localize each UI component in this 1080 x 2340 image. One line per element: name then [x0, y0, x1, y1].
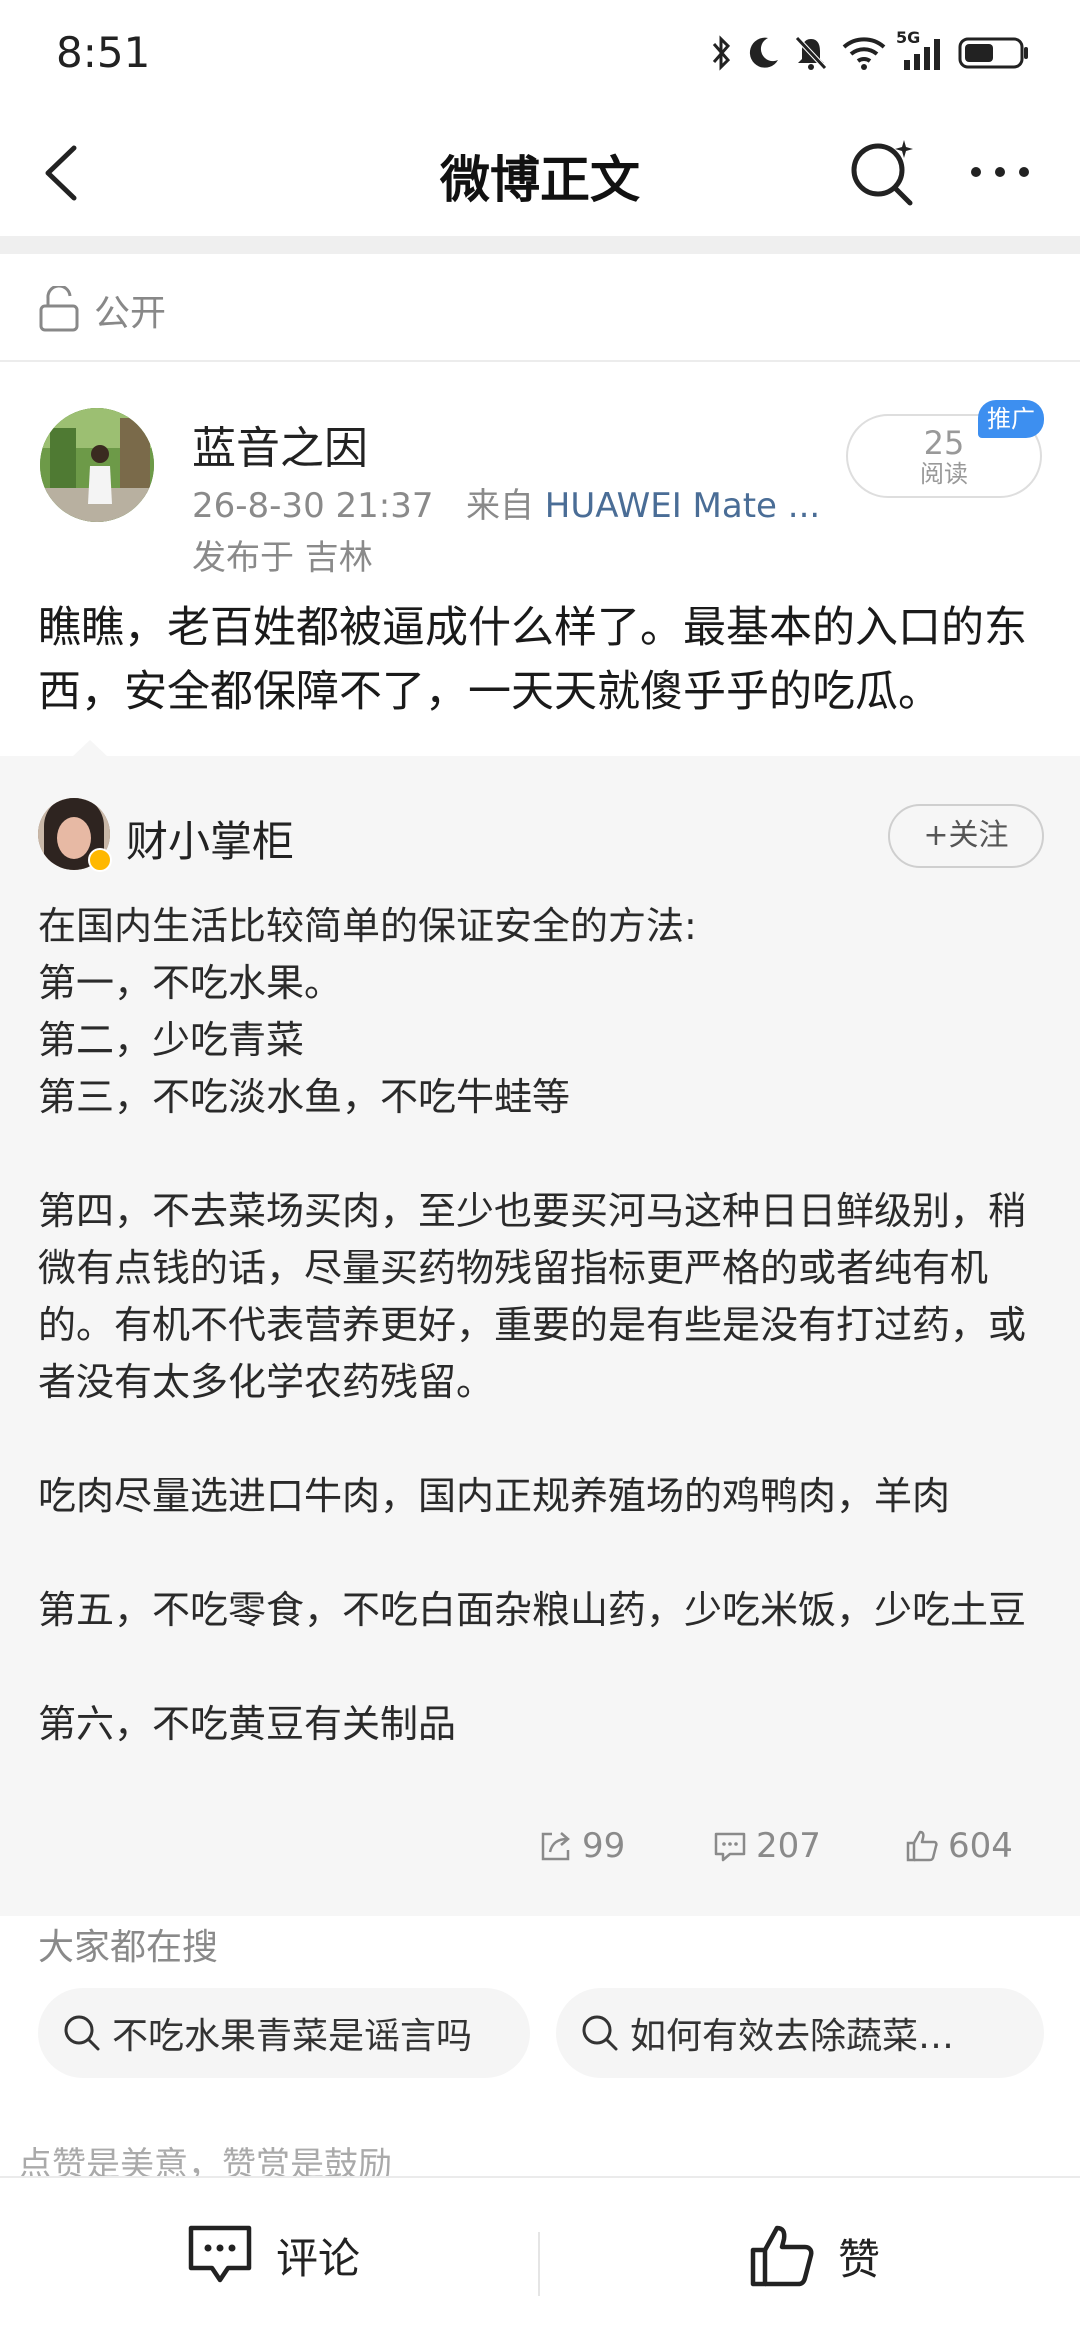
author-avatar[interactable] [40, 408, 154, 522]
repost-text: 在国内生活比较简单的保证安全的方法: 第一，不吃水果。 第二，少吃青菜 第三，不… [38, 898, 1048, 1753]
hot-search-title: 大家都在搜 [38, 1927, 219, 1968]
nav-bar: 微博正文 [0, 110, 1080, 236]
repost-line [38, 1126, 1048, 1183]
verified-badge-icon [88, 848, 112, 872]
bottom-action-bar: 评论 赞 [0, 2176, 1080, 2340]
repost-line: 第六，不吃黄豆有关制品 [38, 1702, 457, 1746]
like-count: 604 [948, 1826, 1013, 1866]
bell-mute-icon [794, 35, 828, 71]
wifi-icon [842, 35, 886, 71]
search-icon [851, 140, 913, 206]
comment-label: 评论 [276, 2233, 361, 2283]
unlock-icon [39, 286, 79, 332]
post-device[interactable]: HUAWEI Mate ... [545, 486, 820, 526]
read-label: 阅读 [920, 460, 968, 488]
search-icon [580, 2013, 620, 2053]
signal-5g-icon: 5G [896, 28, 944, 72]
repost-line: 第一，不吃水果。 [38, 961, 343, 1005]
repost-actions: 99 207 604 [0, 1826, 1080, 1886]
comment-button[interactable]: 评论 [186, 2222, 360, 2288]
battery-icon [958, 35, 1030, 71]
status-time: 8:51 [56, 28, 151, 77]
post-location: 发布于 吉林 [192, 538, 373, 578]
repost-count: 99 [582, 1826, 626, 1866]
thumbs-up-icon [906, 1830, 938, 1862]
more-icon [971, 167, 1029, 177]
moon-icon [746, 35, 780, 71]
hot-search-chip[interactable]: 不吃水果青菜是谣言吗 [38, 1988, 530, 2078]
like-button[interactable]: 赞 [748, 2222, 880, 2290]
source-prefix: 来自 [465, 486, 534, 526]
repost-author-name[interactable]: 财小掌柜 [126, 808, 294, 869]
bluetooth-icon [712, 34, 732, 72]
search-icon [62, 2013, 102, 2053]
header-separator [0, 236, 1080, 254]
repost-like-button[interactable]: 604 [904, 1826, 1013, 1866]
repost-line [38, 1411, 1048, 1468]
repost-line: 第四，不去菜场买肉，至少也要买河马这种日日鲜级别，稍微有点钱的话，尽量买药物残留… [38, 1189, 1027, 1404]
repost-line: 第二，少吃青菜 [38, 1018, 305, 1062]
repost-comment-button[interactable]: 207 [712, 1826, 821, 1866]
status-bar: 8:51 5G [0, 0, 1080, 110]
repost-line: 吃肉尽量选进口牛肉，国内正规养殖场的鸡鸭肉，羊肉 [38, 1474, 951, 1518]
repost-line [38, 1525, 1048, 1582]
comment-count: 207 [756, 1826, 821, 1866]
repost-line [38, 1639, 1048, 1696]
repost-card[interactable]: 财小掌柜 +关注 在国内生活比较简单的保证安全的方法: 第一，不吃水果。 第二，… [0, 756, 1080, 1916]
page-title: 微博正文 [440, 151, 640, 209]
hot-search-chip[interactable]: 如何有效去除蔬菜… [556, 1988, 1044, 2078]
like-label: 赞 [838, 2234, 881, 2284]
visibility-row: 公开 [0, 254, 1080, 362]
encourage-text: 点赞是美意，赞赏是鼓励 [18, 2145, 392, 2178]
repost-line: 第三，不吃淡水鱼，不吃牛蛙等 [38, 1075, 571, 1119]
comment-icon [188, 2225, 252, 2283]
avatar-image [40, 408, 154, 522]
comment-icon [714, 1832, 746, 1862]
hot-search-label: 不吃水果青菜是谣言吗 [112, 2016, 473, 2057]
share-icon [541, 1832, 570, 1861]
follow-button[interactable]: +关注 [888, 804, 1044, 868]
visibility-label: 公开 [94, 293, 167, 334]
repost-line: 在国内生活比较简单的保证安全的方法: [38, 904, 697, 948]
author-name[interactable]: 蓝音之因 [192, 412, 368, 476]
search-button[interactable] [846, 136, 918, 208]
promo-tag[interactable]: 推广 [978, 400, 1044, 438]
post-text: 瞧瞧，老百姓都被逼成什么样了。最基本的入口的东西，安全都保障不了，一天天就傻乎乎… [38, 603, 1027, 717]
post-time: 26-8-30 21:37 [192, 486, 434, 526]
repost-share-button[interactable]: 99 [538, 1826, 625, 1866]
repost-avatar[interactable] [38, 798, 112, 872]
repost-caret [72, 740, 108, 757]
bottom-divider [538, 2232, 540, 2296]
repost-line: 第五，不吃零食，不吃白面杂粮山药，少吃米饭，少吃土豆 [38, 1588, 1027, 1632]
thumbs-up-icon [750, 2225, 814, 2287]
network-label: 5G [896, 28, 921, 47]
post-meta: 26-8-30 21:37 来自 HUAWEI Mate ... [192, 478, 820, 527]
status-icons: 5G [712, 28, 1030, 76]
hot-search-label: 如何有效去除蔬菜… [630, 2016, 955, 2057]
more-button[interactable] [960, 136, 1040, 208]
